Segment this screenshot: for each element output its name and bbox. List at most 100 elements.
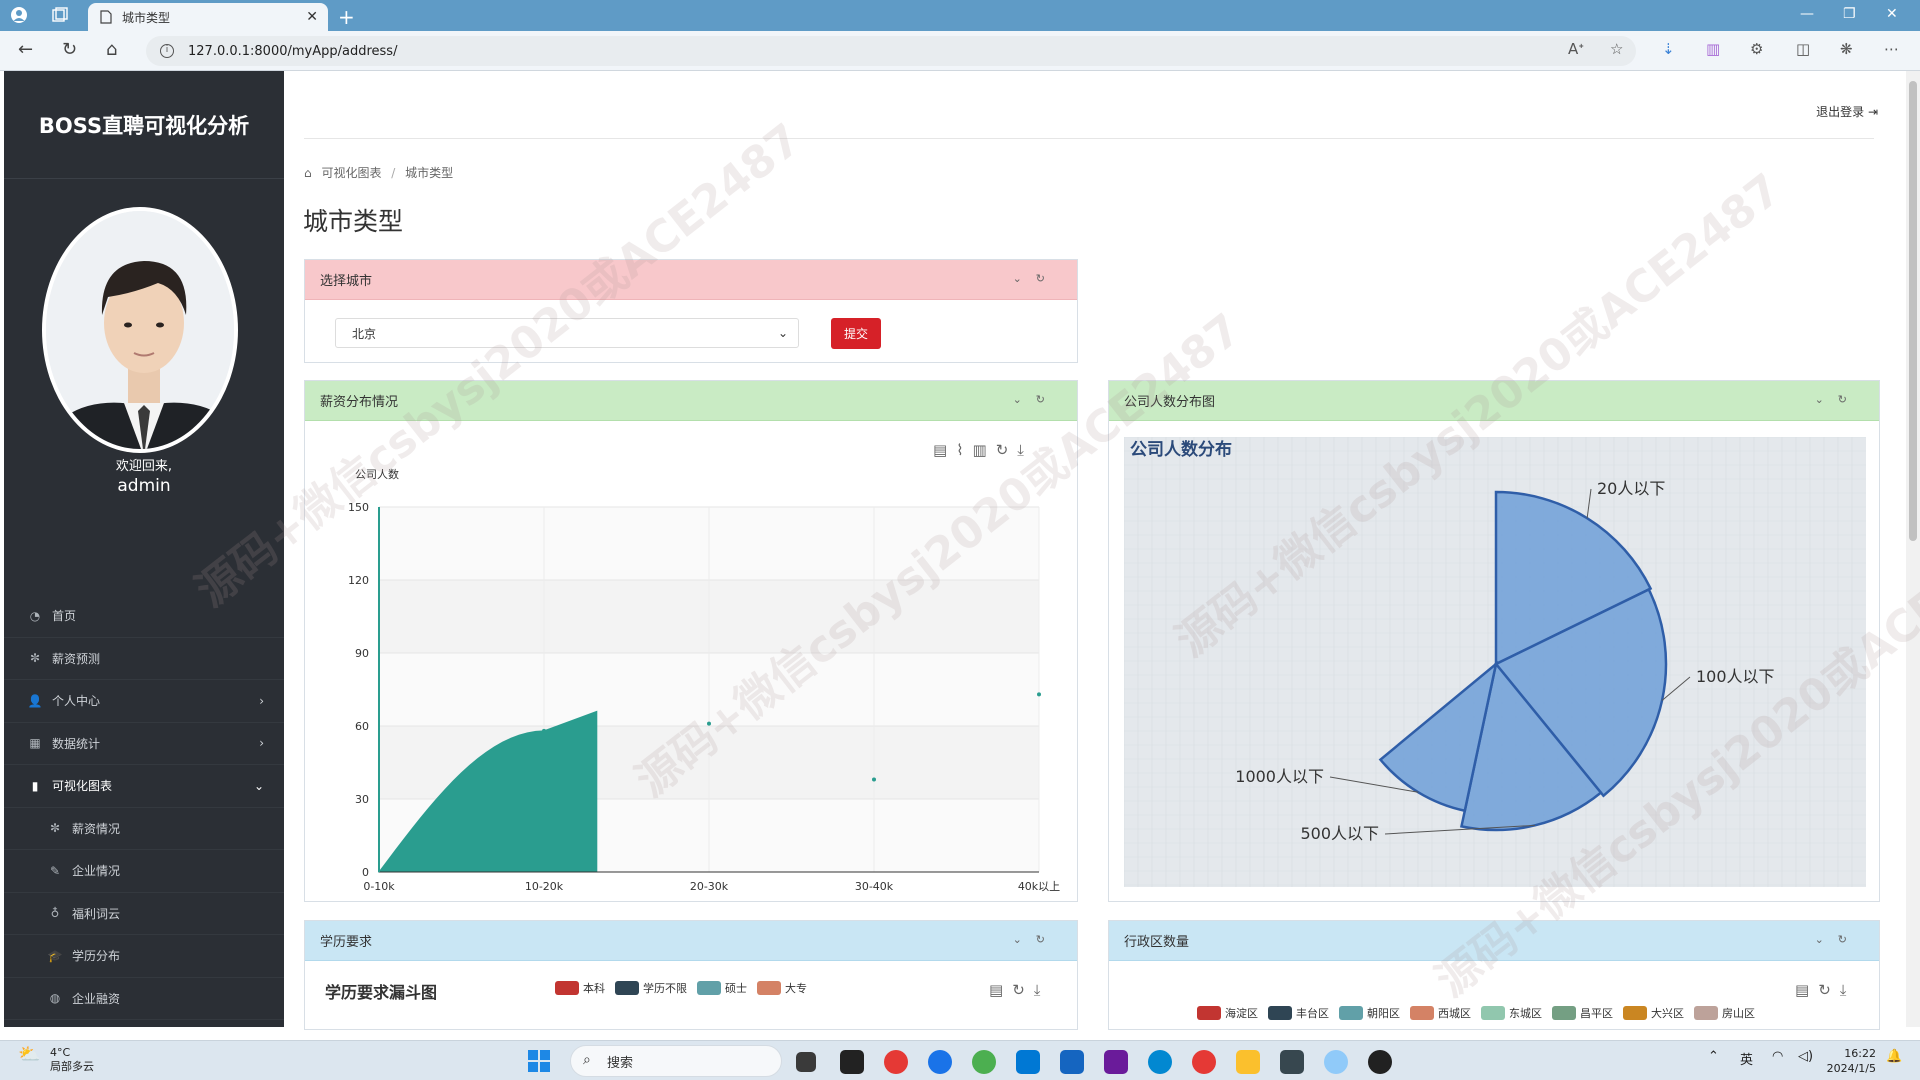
restore-icon[interactable]: ↻ [1818,981,1840,999]
home-icon[interactable]: ⌂ [106,39,117,60]
legend-item[interactable]: 大专 [757,980,807,996]
wifi-icon[interactable]: ◠ [1772,1049,1783,1064]
legend-item[interactable]: 本科 [555,980,605,996]
sidebar-item-personal-center[interactable]: 👤 个人中心 › [4,680,284,723]
app-icon[interactable] [1324,1050,1348,1074]
more-icon[interactable]: ⋯ [1884,40,1899,58]
vscode-icon[interactable] [1016,1050,1040,1074]
data-view-icon[interactable]: ▤ [1795,981,1818,999]
city-select[interactable]: 北京 ⌄ [335,318,799,348]
app-icon[interactable] [1060,1050,1084,1074]
sidebar-item-statistics[interactable]: ▦ 数据统计 › [4,723,284,765]
submit-button[interactable]: 提交 [831,318,881,349]
read-aloud-icon[interactable]: Aᐩ [1568,40,1584,58]
jetbrains-icon[interactable] [1104,1050,1128,1074]
favorite-star-icon[interactable]: ☆ [1610,40,1623,58]
legend-item[interactable]: 西城区 [1410,1005,1471,1021]
save-image-icon[interactable]: ⤓ [1840,981,1856,999]
new-tab-icon[interactable]: + [338,5,355,29]
sidebar-item-salary-prediction[interactable]: ✼ 薪资预测 [4,638,284,680]
legend-item[interactable]: 东城区 [1481,1005,1542,1021]
close-tab-icon[interactable]: ✕ [306,9,318,25]
chat-icon[interactable] [1148,1050,1172,1074]
chrome-icon[interactable] [884,1050,908,1074]
restore-icon[interactable]: ❐ [1843,6,1856,22]
windows-start-icon[interactable] [528,1050,550,1072]
breadcrumb-parent[interactable]: 可视化图表 [321,166,381,180]
close-window-icon[interactable]: ✕ [1886,6,1898,22]
tab-active[interactable]: 城市类型 ✕ [88,3,328,31]
collections-icon[interactable]: ❋ [1840,40,1853,58]
back-icon[interactable]: ← [18,39,33,60]
scrollbar-thumb[interactable] [1909,81,1917,541]
extensions-icon[interactable]: ⚙ [1750,40,1763,58]
y-tick-label: 90 [355,647,369,660]
refresh-icon[interactable]: ↻ [1036,393,1059,406]
profile-icon[interactable] [10,6,28,24]
page-scrollbar[interactable] [1906,71,1920,1027]
legend-swatch [1552,1006,1576,1020]
chevron-down-icon[interactable]: ⌄ [1815,393,1838,406]
logout-link[interactable]: 退出登录 ⇥ [1816,103,1878,120]
notion-icon[interactable] [840,1050,864,1074]
refresh-icon[interactable]: ↻ [1036,272,1059,285]
legend-item[interactable]: 昌平区 [1552,1005,1613,1021]
legend-item[interactable]: 朝阳区 [1339,1005,1400,1021]
sidebar-item-financing[interactable]: ◍ 企业融资 [4,978,284,1020]
app-icon[interactable] [1368,1050,1392,1074]
reader-icon[interactable]: ▥ [1706,40,1720,58]
weibo-icon[interactable] [1192,1050,1216,1074]
task-view-icon[interactable] [796,1052,816,1072]
sidebar-item-salary[interactable]: ✼ 薪资情况 [4,808,284,850]
notification-icon[interactable]: 🔔 [1886,1049,1902,1064]
sidebar-item-education[interactable]: 🎓 学历分布 [4,935,284,978]
legend-label: 房山区 [1722,1007,1755,1020]
chevron-down-icon[interactable]: ⌄ [1013,393,1036,406]
chevron-right-icon: › [259,736,264,751]
restore-icon[interactable]: ↻ [1012,981,1034,999]
sidebar-item-home[interactable]: ◔ 首页 [4,595,284,638]
legend-item[interactable]: 海淀区 [1197,1005,1258,1021]
chevron-down-icon[interactable]: ⌄ [1815,933,1838,946]
clock[interactable]: 16:22 2024/1/5 [1827,1046,1876,1076]
chart-toolbox: ▤↻⤓ [1795,981,1855,999]
refresh-icon[interactable]: ↻ [1838,933,1861,946]
site-info-icon[interactable]: i [160,44,174,58]
search-placeholder: 搜索 [607,1055,634,1071]
legend-item[interactable]: 大兴区 [1623,1005,1684,1021]
legend-item[interactable]: 丰台区 [1268,1005,1329,1021]
ime-indicator[interactable]: 英 [1740,1049,1753,1068]
split-screen-icon[interactable]: ◫ [1796,40,1810,58]
legend-item[interactable]: 学历不限 [615,980,687,996]
refresh-icon[interactable]: ↻ [1838,393,1861,406]
home-icon[interactable]: ⌂ [304,166,312,180]
extension-download-icon[interactable]: ⇣ [1662,40,1675,58]
edge-icon[interactable] [928,1050,952,1074]
data-point [872,777,876,782]
sidebar-item-charts[interactable]: ▮ 可视化图表 ⌄ [4,765,284,808]
volume-icon[interactable]: ◁) [1798,1049,1813,1064]
legend-swatch [1410,1006,1434,1020]
globe-icon: ◍ [49,991,61,1006]
address-bar[interactable]: i 127.0.0.1:8000/myApp/address/ [146,36,1636,66]
sidebar-item-welfare-cloud[interactable]: ♁ 福利词云 [4,893,284,935]
chevron-up-icon[interactable]: ⌃ [1708,1049,1719,1064]
data-view-icon[interactable]: ▤ [989,981,1012,999]
workspaces-icon[interactable] [52,7,68,23]
taskbar-search[interactable]: ⌕ 搜索 [570,1045,782,1077]
wechat-icon[interactable] [972,1050,996,1074]
chevron-down-icon[interactable]: ⌄ [1013,933,1036,946]
minimize-icon[interactable]: — [1800,6,1814,22]
refresh-icon[interactable]: ↻ [1036,933,1059,946]
save-image-icon[interactable]: ⤓ [1034,981,1050,999]
sticky-notes-icon[interactable] [1236,1050,1260,1074]
app-icon[interactable] [1280,1050,1304,1074]
chevron-down-icon[interactable]: ⌄ [1013,272,1036,285]
legend-item[interactable]: 硕士 [697,980,747,996]
reload-icon[interactable]: ↻ [62,39,77,60]
legend-item[interactable]: 房山区 [1694,1005,1755,1021]
legend-label: 本科 [583,982,605,995]
sidebar-item-company[interactable]: ✎ 企业情况 [4,850,284,893]
y-tick-label: 60 [355,720,369,733]
weather-widget[interactable]: ⛅ 4°C 局部多云 [18,1046,94,1074]
